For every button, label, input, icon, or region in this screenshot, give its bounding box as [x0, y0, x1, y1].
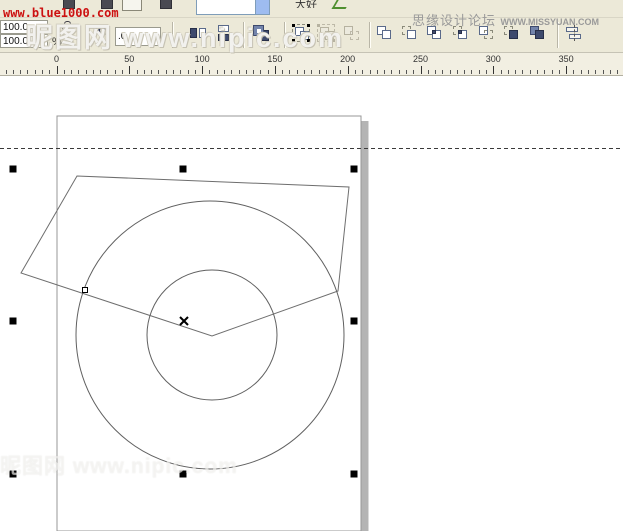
standard-toolbar: 大好 — [0, 0, 623, 18]
mirror-horizontal-button[interactable] — [189, 24, 209, 44]
selection-handle[interactable] — [351, 166, 358, 173]
toolbars: 大好 % ↺ — [0, 0, 623, 76]
align-distribute-button[interactable] — [564, 24, 584, 44]
mirror-vertical-button[interactable] — [214, 24, 234, 44]
selection-handle[interactable] — [180, 166, 187, 173]
snap-icon[interactable] — [332, 0, 353, 9]
divider — [243, 22, 245, 48]
lock-ratio-button[interactable] — [61, 21, 74, 34]
chevron-down-icon[interactable] — [255, 0, 269, 14]
combine-button[interactable] — [529, 24, 549, 44]
zoom-level-combo[interactable] — [196, 0, 270, 15]
front-minus-back-button[interactable] — [478, 24, 498, 44]
ungroup-button[interactable] — [317, 24, 337, 44]
weld-button[interactable] — [376, 24, 396, 44]
horizontal-ruler[interactable]: 050100150200250300350 — [0, 53, 623, 76]
divider — [557, 22, 559, 48]
toolbar-cutoff-label: 大好 — [295, 0, 317, 8]
page-shadow — [362, 121, 369, 531]
save-icon[interactable] — [63, 0, 75, 9]
rotation-angle-input[interactable] — [115, 27, 161, 46]
scale-horizontal-input[interactable] — [0, 20, 48, 34]
export-icon[interactable] — [160, 0, 172, 9]
percent-label: % — [52, 36, 62, 48]
import-icon[interactable] — [122, 0, 142, 11]
property-bar: % ↺ — [0, 18, 623, 53]
selection-handle[interactable] — [10, 318, 17, 325]
group-button[interactable] — [292, 24, 312, 44]
coreldraw-window: 大好 % ↺ — [0, 0, 623, 531]
scale-vertical-input[interactable] — [0, 34, 48, 48]
ungroup-all-button[interactable] — [342, 24, 362, 44]
back-minus-front-button[interactable] — [503, 24, 523, 44]
selection-handle[interactable] — [10, 166, 17, 173]
selection-handle[interactable] — [351, 318, 358, 325]
curve-start-node[interactable] — [83, 288, 88, 293]
rotation-angle-icon: ↺ — [97, 24, 110, 39]
selection-handle[interactable] — [10, 471, 17, 478]
trim-button[interactable] — [401, 24, 421, 44]
selection-handle[interactable] — [180, 471, 187, 478]
intersect-button[interactable] — [426, 24, 446, 44]
divider — [172, 22, 174, 48]
drawing-canvas[interactable] — [0, 0, 623, 531]
print-icon[interactable] — [101, 0, 113, 9]
selection-handle[interactable] — [351, 471, 358, 478]
convert-to-curves-button[interactable] — [252, 24, 272, 44]
divider — [369, 22, 371, 48]
simplify-button[interactable] — [452, 24, 472, 44]
divider — [284, 22, 286, 48]
